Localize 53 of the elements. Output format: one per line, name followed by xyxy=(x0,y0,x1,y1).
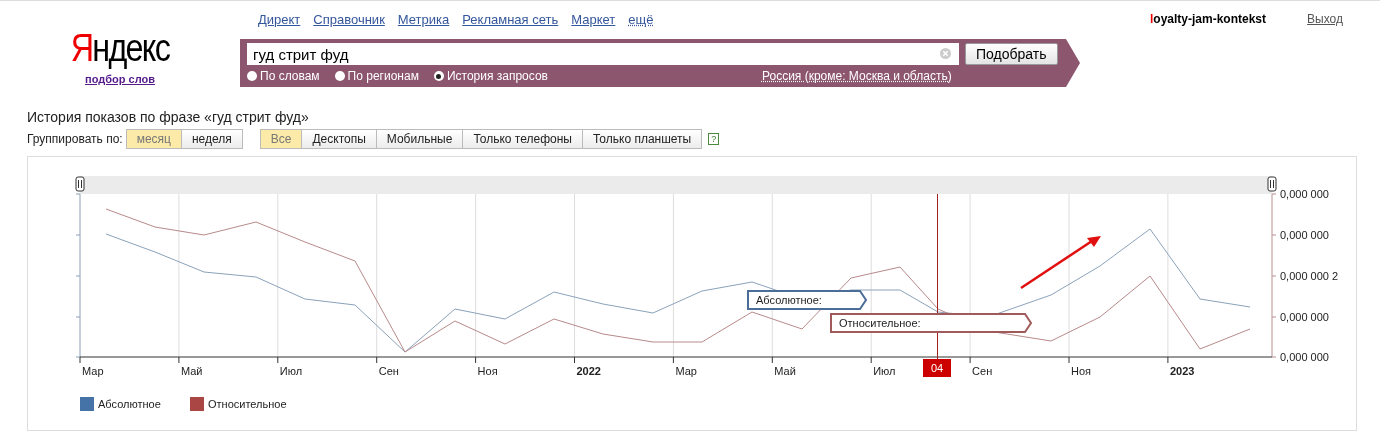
nav-link[interactable]: Директ xyxy=(258,12,301,39)
axis-label: Май xyxy=(774,365,796,377)
tooltip: Абсолютное: xyxy=(747,290,868,310)
axis-label: Мар xyxy=(675,365,697,377)
axis-label: Мар xyxy=(82,365,104,377)
nav-link[interactable]: Маркет xyxy=(571,12,616,39)
axis-label: 0,000 000 2 xyxy=(1280,270,1339,282)
axis-label: Сен xyxy=(972,365,993,377)
radio-button[interactable] xyxy=(433,71,444,81)
logo: Яндекс xyxy=(70,29,170,67)
radio-label: По словам xyxy=(260,69,320,83)
grouping-option[interactable]: неделя xyxy=(180,129,243,149)
device-filter[interactable]: Все xyxy=(259,129,303,149)
page-title: История показов по фразе «гуд стрит фуд» xyxy=(26,108,310,127)
axis-label: Июл xyxy=(873,365,896,377)
axis-label: 0,000 000 xyxy=(1280,351,1329,363)
user-name: loyalty-jam-kontekst xyxy=(1150,12,1267,28)
device-filter[interactable]: Только планшеты xyxy=(581,129,703,149)
range-handle[interactable] xyxy=(1267,176,1277,192)
date-marker: 04 xyxy=(923,359,951,377)
radio-label: По регионам xyxy=(347,69,419,83)
tooltip: Относительное: xyxy=(830,313,1033,333)
axis-label: Июл xyxy=(279,365,303,377)
device-filter[interactable]: Мобильные xyxy=(375,129,464,149)
grouping-option[interactable]: месяц xyxy=(125,129,182,149)
range-handle[interactable] xyxy=(75,176,85,192)
search-field[interactable]: гуд стрит фуд xyxy=(247,43,959,65)
device-filter[interactable]: Десктопы xyxy=(301,129,377,149)
nav-link[interactable]: ещё xyxy=(628,12,654,39)
nav-link[interactable]: Метрика xyxy=(397,12,450,39)
legend-label: Абсолютное xyxy=(98,398,161,410)
axis-label: 0,000 000 xyxy=(1280,311,1329,323)
axis-label: Сен xyxy=(378,365,399,377)
logo-link[interactable]: подбор слов xyxy=(85,73,155,85)
help-icon[interactable]: ? xyxy=(708,133,720,145)
radio-button[interactable] xyxy=(334,71,345,81)
axis-label: Май xyxy=(180,365,203,377)
radio-label: История запросов xyxy=(446,69,548,83)
nav-link[interactable]: Справочник xyxy=(313,12,385,39)
axis-label: Ноя xyxy=(1071,365,1092,377)
axis-label: 0,000 000 xyxy=(1280,229,1329,241)
axis-label: 2023 xyxy=(1169,365,1195,377)
device-filter[interactable]: Только телефоны xyxy=(462,129,583,149)
legend-label: Относительное xyxy=(208,398,287,410)
region-link[interactable]: Россия (кроме: Москва и область) xyxy=(762,69,952,83)
axis-label: 0,000 000 xyxy=(1280,188,1329,200)
axis-label: Ноя xyxy=(477,365,498,377)
grouping-label: Группировать по: xyxy=(27,132,123,146)
logout-link[interactable]: Выход xyxy=(1307,12,1343,93)
nav-link[interactable]: Рекламная сеть xyxy=(462,12,559,39)
search-button[interactable]: Подобрать xyxy=(965,43,1058,65)
axis-label: 2022 xyxy=(576,365,601,377)
radio-button[interactable] xyxy=(247,71,257,81)
